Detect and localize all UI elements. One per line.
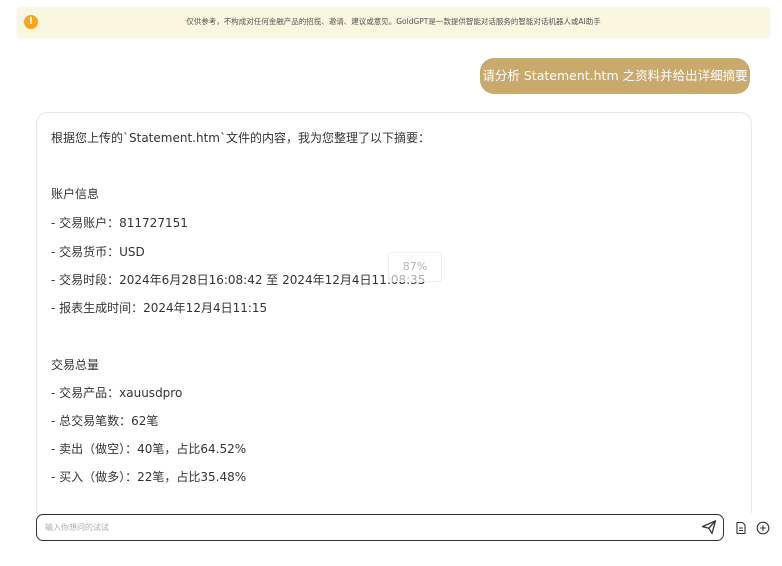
- user-message-bubble: 请分析 Statement.htm 之资料并给出详细摘要: [480, 58, 750, 94]
- answer-line-total-trades: - 总交易笔数：62笔: [51, 414, 159, 428]
- answer-line-report-time: - 报表生成时间：2024年12月4日11:15: [51, 301, 268, 315]
- answer-line-buy: - 买入（做多）：22笔，占比35.48%: [51, 470, 247, 484]
- add-button[interactable]: [756, 520, 770, 535]
- answer-line-product: - 交易产品：xauusdpro: [51, 386, 183, 400]
- section-heading-account: 账户信息: [51, 187, 100, 201]
- assistant-answer-card: 根据您上传的`Statement.htm`文件的内容，我为您整理了以下摘要： 账…: [36, 112, 752, 513]
- chat-input[interactable]: [45, 519, 685, 536]
- chat-input-box: [36, 514, 724, 541]
- file-icon: [736, 521, 746, 535]
- disclaimer-banner: ! 仅供参考，不构成对任何金融产品的招揽、邀请、建议或意见。GoldGPT是一款…: [17, 7, 770, 37]
- answer-line-account: - 交易账户：811727151: [51, 216, 188, 230]
- answer-line-currency: - 交易货币：USD: [51, 245, 145, 259]
- section-heading-volume: 交易总量: [51, 358, 100, 372]
- disclaimer-text: 仅供参考，不构成对任何金融产品的招揽、邀请、建议或意见。GoldGPT是一款提供…: [186, 17, 601, 26]
- answer-line-period: - 交易时段：2024年6月28日16:08:42 至 2024年12月4日11…: [51, 273, 426, 287]
- answer-intro: 根据您上传的`Statement.htm`文件的内容，我为您整理了以下摘要：: [51, 131, 430, 145]
- zoom-indicator: 87%: [388, 252, 442, 282]
- plus-circle-icon: [756, 521, 770, 535]
- send-icon: [701, 520, 717, 535]
- upload-file-button[interactable]: [734, 520, 748, 535]
- send-button[interactable]: [701, 519, 717, 535]
- chat-page: ! 仅供参考，不构成对任何金融产品的招揽、邀请、建议或意见。GoldGPT是一款…: [0, 0, 782, 566]
- answer-line-sell: - 卖出（做空）：40笔，占比64.52%: [51, 442, 247, 456]
